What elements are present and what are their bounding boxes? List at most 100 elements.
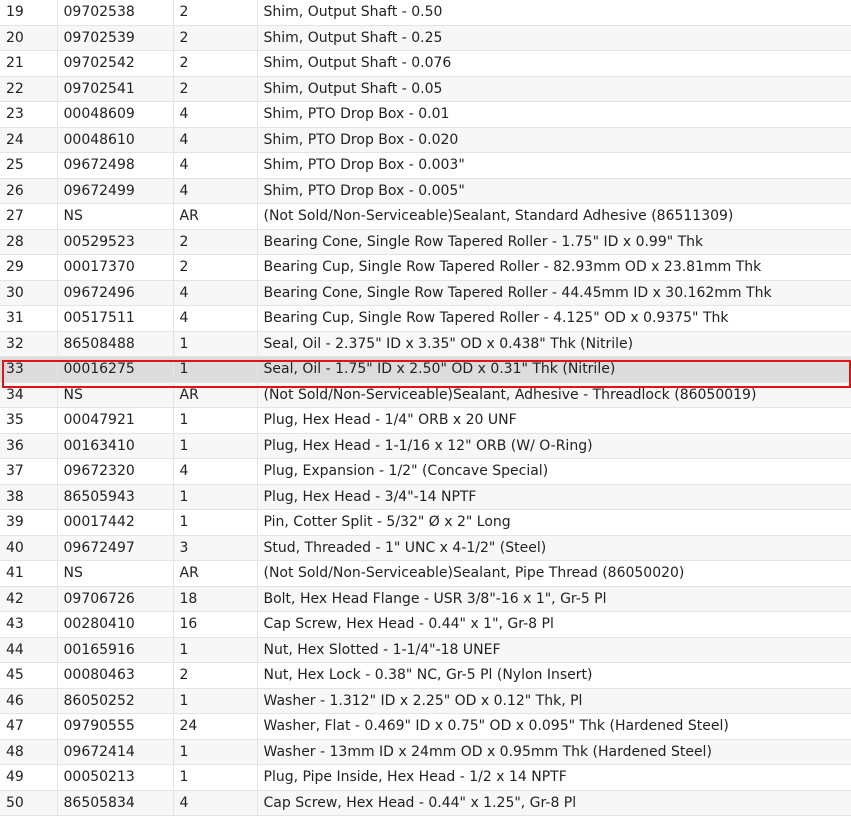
quantity-cell: 1	[173, 739, 258, 765]
table-row[interactable]: 34 NS AR (Not Sold/Non-Serviceable)Sealant,…	[0, 382, 851, 408]
table-row[interactable]: 36 00163410 1 Plug, Hex Head - 1-1/16 x 12"…	[0, 433, 851, 459]
table-row[interactable]: 20 09702539 2 Shim, Output Shaft - 0.25	[0, 25, 851, 51]
quantity-cell: 1	[173, 764, 258, 791]
part-number-cell: 00080463	[57, 662, 174, 689]
table-row[interactable]: 38 86505943 1 Plug, Hex Head - 3/4"-14 NPTF	[0, 484, 851, 510]
part-number-cell: 86508488	[57, 331, 174, 357]
quantity-cell: 1	[173, 484, 258, 510]
quantity-cell: 4	[173, 790, 258, 816]
quantity-cell: 1	[173, 433, 258, 459]
item-number-cell: 47	[0, 713, 58, 740]
parts-table: 19 09702538 2 Shim, Output Shaft - 0.50 20 09…	[0, 0, 851, 816]
quantity-cell: 18	[173, 586, 258, 612]
part-number-cell: 00048609	[57, 101, 174, 128]
quantity-cell: 2	[173, 50, 258, 77]
description-cell: Shim, Output Shaft - 0.076	[257, 50, 851, 77]
table-row[interactable]: 25 09672498 4 Shim, PTO Drop Box - 0.003"	[0, 152, 851, 179]
table-row[interactable]: 44 00165916 1 Nut, Hex Slotted - 1-1/4"-18 …	[0, 637, 851, 663]
table-row[interactable]: 19 09702538 2 Shim, Output Shaft - 0.50	[0, 0, 851, 26]
description-cell: Nut, Hex Slotted - 1-1/4"-18 UNEF	[257, 637, 851, 663]
description-cell: (Not Sold/Non-Serviceable)Sealant, Adhes…	[257, 382, 851, 408]
quantity-cell: AR	[173, 560, 258, 587]
quantity-cell: 1	[173, 637, 258, 663]
table-row[interactable]: 21 09702542 2 Shim, Output Shaft - 0.076	[0, 50, 851, 77]
part-number-cell: 09672497	[57, 535, 174, 561]
table-row[interactable]: 26 09672499 4 Shim, PTO Drop Box - 0.005"	[0, 178, 851, 204]
quantity-cell: 4	[173, 458, 258, 485]
part-number-cell: 09672496	[57, 280, 174, 306]
table-row[interactable]: 40 09672497 3 Stud, Threaded - 1" UNC x 4-1…	[0, 535, 851, 561]
table-row[interactable]: 48 09672414 1 Washer - 13mm ID x 24mm OD x …	[0, 739, 851, 765]
table-row[interactable]: 46 86050252 1 Washer - 1.312" ID x 2.25" OD…	[0, 688, 851, 714]
quantity-cell: 2	[173, 25, 258, 51]
item-number-cell: 29	[0, 254, 58, 281]
table-row[interactable]: 43 00280410 16 Cap Screw, Hex Head - 0.44" …	[0, 611, 851, 638]
table-row[interactable]: 47 09790555 24 Washer, Flat - 0.469" ID x 0…	[0, 713, 851, 740]
item-number-cell: 31	[0, 305, 58, 332]
description-cell: Cap Screw, Hex Head - 0.44" x 1", Gr-8 P…	[257, 611, 851, 638]
description-cell: (Not Sold/Non-Serviceable)Sealant, Pipe …	[257, 560, 851, 587]
part-number-cell: 09672414	[57, 739, 174, 765]
item-number-cell: 21	[0, 50, 58, 77]
part-number-cell: 86050252	[57, 688, 174, 714]
item-number-cell: 38	[0, 484, 58, 510]
table-row[interactable]: 41 NS AR (Not Sold/Non-Serviceable)Sealant,…	[0, 560, 851, 587]
item-number-cell: 50	[0, 790, 58, 816]
table-row[interactable]: 24 00048610 4 Shim, PTO Drop Box - 0.020	[0, 127, 851, 153]
item-number-cell: 37	[0, 458, 58, 485]
table-row[interactable]: 29 00017370 2 Bearing Cup, Single Row Taper…	[0, 254, 851, 281]
table-row[interactable]: 28 00529523 2 Bearing Cone, Single Row Tape…	[0, 229, 851, 255]
table-row[interactable]: 49 00050213 1 Plug, Pipe Inside, Hex Head -…	[0, 764, 851, 791]
table-row[interactable]: 37 09672320 4 Plug, Expansion - 1/2" (Conca…	[0, 458, 851, 485]
part-number-cell: NS	[57, 560, 174, 587]
description-cell: Plug, Expansion - 1/2" (Concave Special)	[257, 458, 851, 485]
item-number-cell: 39	[0, 509, 58, 536]
item-number-cell: 23	[0, 101, 58, 128]
item-number-cell: 28	[0, 229, 58, 255]
description-cell: Shim, PTO Drop Box - 0.01	[257, 101, 851, 128]
table-row[interactable]: 33 00016275 1 Seal, Oil - 1.75" ID x 2.50" …	[0, 356, 851, 383]
item-number-cell: 20	[0, 25, 58, 51]
part-number-cell: 09672498	[57, 152, 174, 179]
part-number-cell: 09672320	[57, 458, 174, 485]
part-number-cell: 00017370	[57, 254, 174, 281]
table-row[interactable]: 31 00517511 4 Bearing Cup, Single Row Taper…	[0, 305, 851, 332]
quantity-cell: 4	[173, 101, 258, 128]
item-number-cell: 25	[0, 152, 58, 179]
part-number-cell: 00517511	[57, 305, 174, 332]
part-number-cell: 86505834	[57, 790, 174, 816]
part-number-cell: 00017442	[57, 509, 174, 536]
table-row[interactable]: 35 00047921 1 Plug, Hex Head - 1/4" ORB x 2…	[0, 407, 851, 434]
item-number-cell: 46	[0, 688, 58, 714]
item-number-cell: 22	[0, 76, 58, 102]
table-row[interactable]: 23 00048609 4 Shim, PTO Drop Box - 0.01	[0, 101, 851, 128]
quantity-cell: 1	[173, 688, 258, 714]
table-row[interactable]: 22 09702541 2 Shim, Output Shaft - 0.05	[0, 76, 851, 102]
part-number-cell: 09702538	[57, 0, 174, 26]
description-cell: Shim, Output Shaft - 0.25	[257, 25, 851, 51]
table-row[interactable]: 27 NS AR (Not Sold/Non-Serviceable)Sealant,…	[0, 203, 851, 230]
part-number-cell: 09702539	[57, 25, 174, 51]
quantity-cell: 2	[173, 254, 258, 281]
part-number-cell: 09702542	[57, 50, 174, 77]
table-row[interactable]: 50 86505834 4 Cap Screw, Hex Head - 0.44" x…	[0, 790, 851, 816]
description-cell: (Not Sold/Non-Serviceable)Sealant, Stand…	[257, 203, 851, 230]
quantity-cell: 3	[173, 535, 258, 561]
item-number-cell: 44	[0, 637, 58, 663]
quantity-cell: AR	[173, 203, 258, 230]
table-row[interactable]: 39 00017442 1 Pin, Cotter Split - 5/32" Ø x…	[0, 509, 851, 536]
part-number-cell: 86505943	[57, 484, 174, 510]
table-row[interactable]: 30 09672496 4 Bearing Cone, Single Row Tape…	[0, 280, 851, 306]
quantity-cell: 4	[173, 127, 258, 153]
table-row[interactable]: 45 00080463 2 Nut, Hex Lock - 0.38" NC, Gr-…	[0, 662, 851, 689]
description-cell: Shim, Output Shaft - 0.05	[257, 76, 851, 102]
quantity-cell: 4	[173, 280, 258, 306]
quantity-cell: 2	[173, 229, 258, 255]
table-row[interactable]: 42 09706726 18 Bolt, Hex Head Flange - USR …	[0, 586, 851, 612]
description-cell: Pin, Cotter Split - 5/32" Ø x 2" Long	[257, 509, 851, 536]
description-cell: Bolt, Hex Head Flange - USR 3/8"-16 x 1"…	[257, 586, 851, 612]
description-cell: Shim, PTO Drop Box - 0.003"	[257, 152, 851, 179]
table-row[interactable]: 32 86508488 1 Seal, Oil - 2.375" ID x 3.35"…	[0, 331, 851, 357]
quantity-cell: 1	[173, 509, 258, 536]
parts-table-body: 19 09702538 2 Shim, Output Shaft - 0.50 20 09…	[0, 0, 851, 816]
